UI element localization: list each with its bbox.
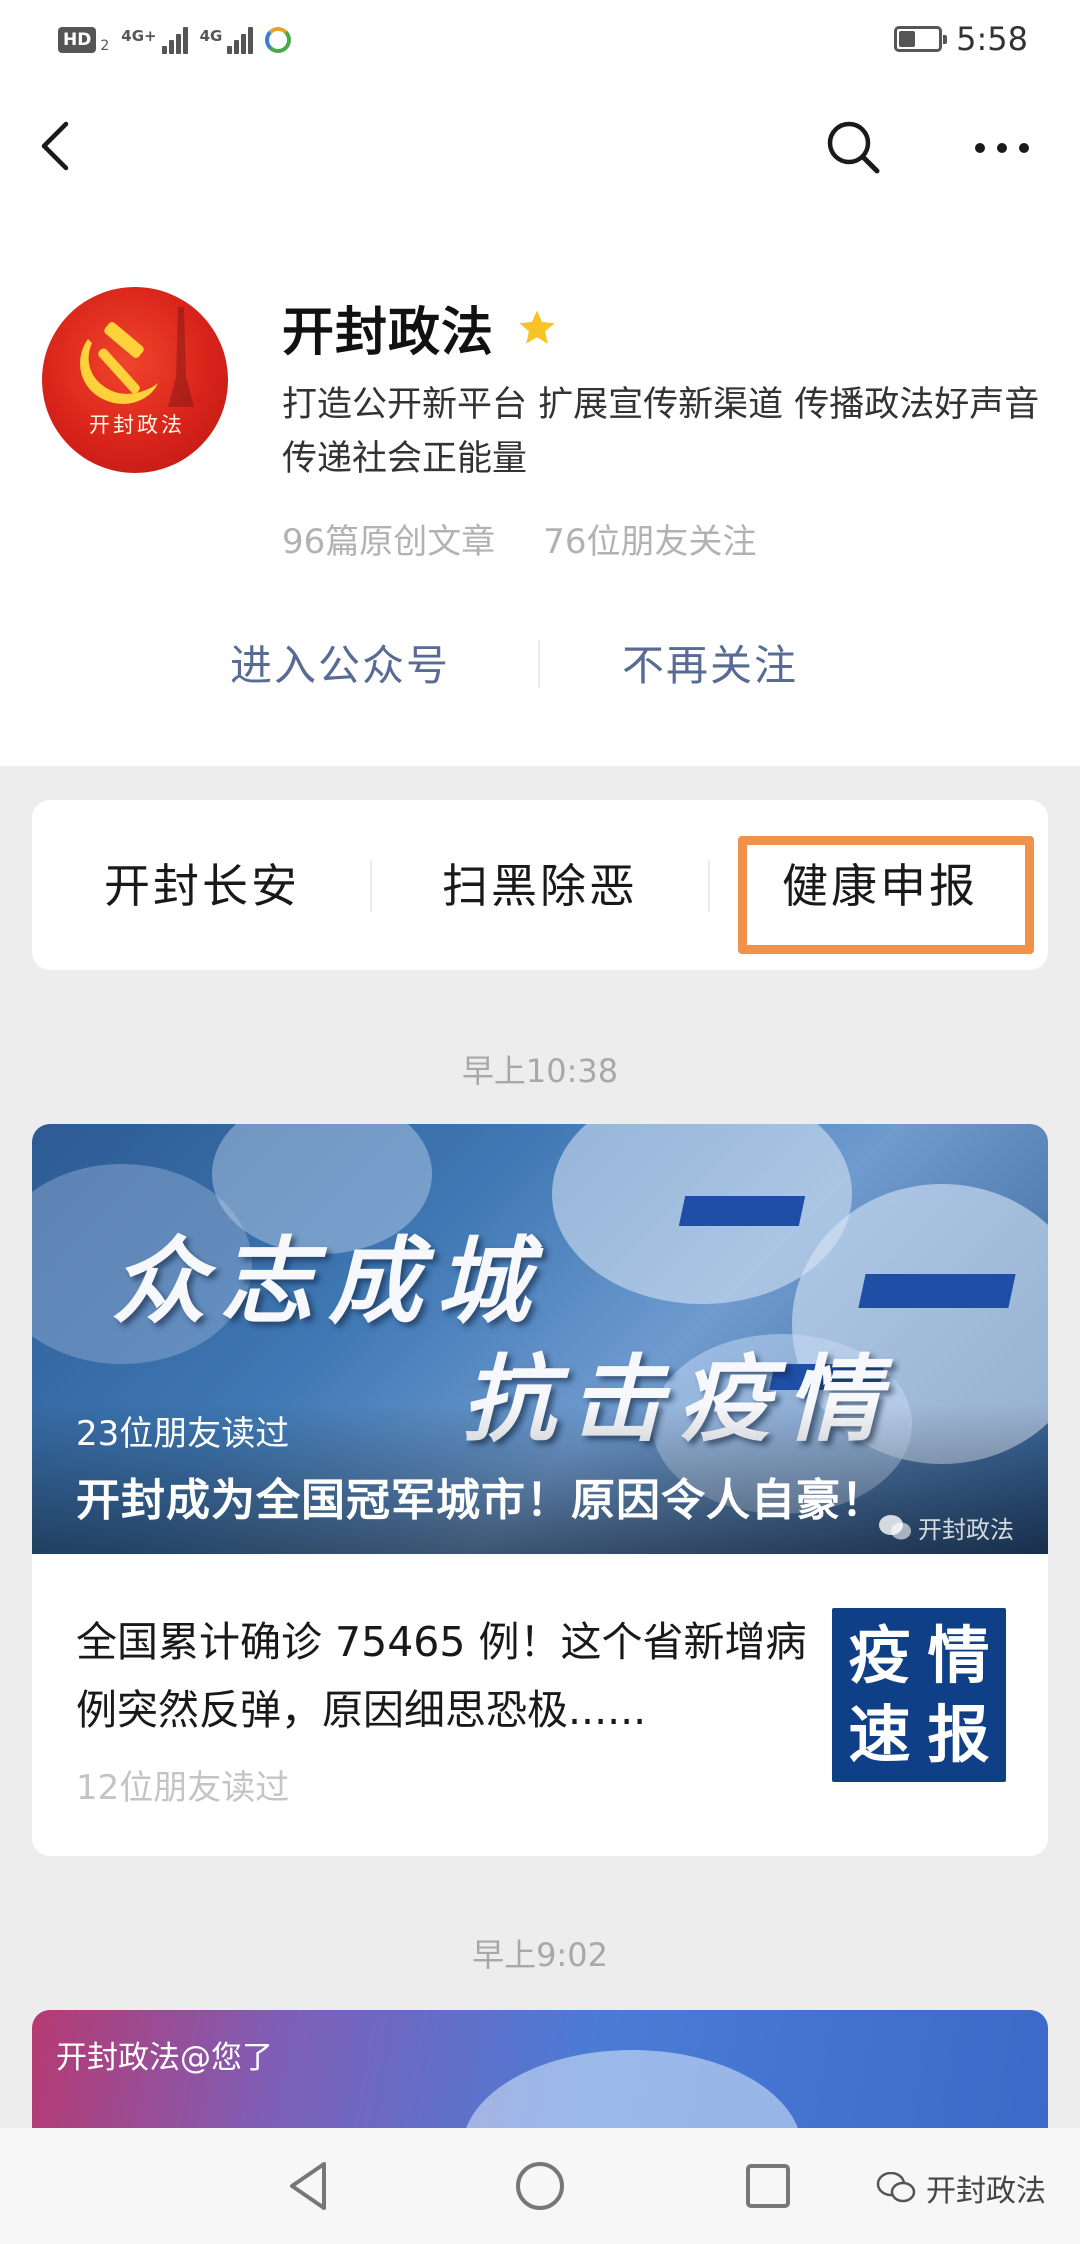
cover-article-title[interactable]: 开封成为全国冠军城市！原因令人自豪！: [76, 1464, 886, 1528]
article-card[interactable]: 众志成城 抗击疫情 23位朋友读过 开封成为全国冠军城市！原因令人自豪！ 开封政…: [32, 1124, 1048, 1856]
account-name-row: 开封政法: [282, 290, 558, 365]
feed-timestamp: 早上10:38: [461, 1052, 619, 1090]
article-card-2[interactable]: 开封政法@您了: [32, 2010, 1048, 2140]
monument-icon: [168, 307, 194, 407]
menu-divider: [708, 860, 710, 912]
sub-article-read-count: 12位朋友读过: [76, 1768, 290, 1808]
status-bar: HD 2 4G+ 4G 5:58: [0, 0, 1080, 80]
enter-account-button[interactable]: 进入公众号: [230, 632, 450, 693]
system-recent-apps-icon[interactable]: [738, 2156, 798, 2216]
feed-timestamp: 早上9:02: [472, 1936, 608, 1974]
source-watermark: 开封政法: [876, 2166, 1046, 2210]
thumb-char: 速: [848, 1697, 911, 1771]
network-type-label-2: 4G: [199, 26, 223, 45]
wechat-icon: [876, 2172, 916, 2203]
mention-label: 开封政法@您了: [56, 2040, 273, 2076]
original-articles-count: 96篇原创文章: [282, 522, 496, 562]
wechat-icon: [879, 1514, 911, 1539]
menu-item-anti-crime[interactable]: 扫黑除恶: [442, 850, 638, 916]
back-arrow-icon[interactable]: [30, 116, 90, 176]
system-back-icon[interactable]: [280, 2156, 340, 2216]
nav-bar: [0, 100, 1080, 192]
thumb-char: 疫: [848, 1618, 911, 1692]
avatar-caption: 开封政法: [89, 413, 185, 437]
article-cover-image[interactable]: 众志成城 抗击疫情 23位朋友读过 开封成为全国冠军城市！原因令人自豪！ 开封政…: [32, 1124, 1048, 1554]
card2-cover-figure: [462, 2050, 802, 2140]
hd-sub-label: 2: [100, 38, 110, 54]
health-report-highlight: [738, 836, 1034, 954]
account-description: 打造公开新平台 扩展宣传新渠道 传播政法好声音 传递社会正能量: [282, 385, 1040, 479]
status-left: HD 2 4G+ 4G: [58, 22, 292, 58]
signal-icon: 4G+: [121, 26, 188, 54]
unfollow-button[interactable]: 不再关注: [622, 632, 798, 693]
account-name: 开封政法: [282, 303, 495, 363]
thumb-char: 情: [927, 1618, 990, 1692]
sub-article-thumbnail[interactable]: 疫 情 速 报: [832, 1608, 1006, 1782]
party-emblem-icon: [80, 322, 158, 404]
app-notification-icon: [265, 27, 292, 53]
network-type-label: 4G+: [121, 26, 157, 45]
signal-icon-2: 4G: [199, 26, 254, 54]
menu-divider: [370, 860, 372, 912]
sub-article-item[interactable]: 全国累计确诊 75465 例！这个省新增病例突然反弹，原因细思恐极...... …: [32, 1554, 1048, 1856]
sub-article-title[interactable]: 全国累计确诊 75465 例！这个省新增病例突然反弹，原因细思恐极......: [76, 1608, 816, 1744]
source-watermark-label: 开封政法: [926, 2174, 1046, 2209]
cover-watermark-label: 开封政法: [918, 1516, 1014, 1544]
account-avatar[interactable]: 开封政法: [42, 287, 228, 473]
thumb-char: 报: [927, 1697, 990, 1771]
system-nav-bar: 开封政法: [0, 2128, 1080, 2244]
star-icon: [519, 310, 555, 344]
cover-read-count: 23位朋友读过: [76, 1414, 290, 1454]
battery-icon: [894, 26, 948, 52]
search-icon[interactable]: [822, 116, 886, 180]
action-divider: [538, 640, 540, 688]
account-actions: 进入公众号 不再关注: [0, 626, 1080, 706]
more-options-icon[interactable]: [970, 120, 1034, 176]
system-home-icon[interactable]: [510, 2156, 570, 2216]
friends-following-count[interactable]: 76位朋友关注: [543, 514, 756, 563]
hd-badge: HD: [58, 27, 97, 53]
cover-headline-1: 众志成城: [112, 1228, 545, 1337]
clock: 5:58: [956, 20, 1028, 58]
menu-item-kaifeng-changan[interactable]: 开封长安: [104, 850, 300, 916]
account-stats: 96篇原创文章 76位朋友关注: [282, 514, 757, 563]
status-right: 5:58: [894, 20, 1028, 58]
cover-watermark: 开封政法: [878, 1510, 1014, 1545]
